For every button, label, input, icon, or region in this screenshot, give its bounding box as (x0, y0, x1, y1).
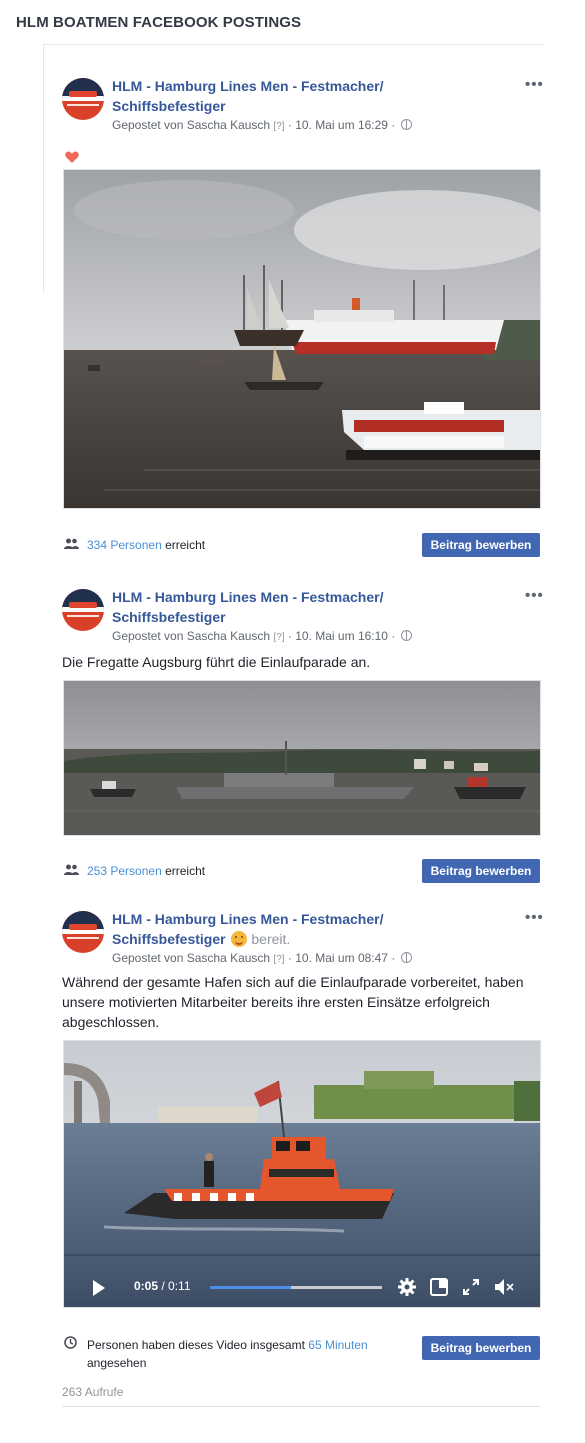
post-1: HLM - Hamburg Lines Men - Festmacher/ Sc… (62, 76, 543, 558)
mini-player-icon[interactable] (430, 1278, 448, 1296)
post-meta: Gepostet von Sascha Kausch [?] · 10. Mai… (112, 629, 412, 643)
reach-count-link[interactable]: 253 Personen (87, 864, 162, 878)
video-time: 0:05 / 0:11 (134, 1279, 191, 1293)
boost-post-button[interactable]: Beitrag bewerben (422, 1336, 540, 1360)
page-title: HLM BOATMEN FACEBOOK POSTINGS (16, 14, 302, 31)
video-progress-bar[interactable] (210, 1286, 382, 1289)
divider (62, 1406, 540, 1407)
reach-row: 334 Personen erreicht Beitrag bewerben (62, 533, 540, 557)
page-avatar[interactable] (62, 589, 104, 631)
post-date[interactable]: 10. Mai um 16:29 (295, 118, 388, 132)
post-2: HLM - Hamburg Lines Men - Festmacher/ Sc… (62, 587, 543, 889)
more-options-button[interactable]: ••• (525, 909, 544, 926)
boost-post-button[interactable]: Beitrag bewerben (422, 533, 540, 557)
post-text: Die Fregatte Augsburg führt die Einlaufp… (62, 654, 371, 670)
page-name-link[interactable]: HLM - Hamburg Lines Men - Festmacher/ Sc… (112, 909, 492, 949)
post-meta: Gepostet von Sascha Kausch [?] · 10. Mai… (112, 118, 412, 132)
fullscreen-icon[interactable] (462, 1278, 480, 1296)
feeling-text: bereit. (251, 931, 291, 947)
page-name-link[interactable]: HLM - Hamburg Lines Men - Festmacher/ Sc… (112, 587, 492, 627)
help-icon[interactable]: [?] (273, 954, 284, 965)
reach-label: erreicht (165, 864, 206, 878)
page-avatar[interactable] (62, 911, 104, 953)
video-progress-fill (210, 1286, 291, 1289)
watch-time-row: Personen haben dieses Video insgesamt 65… (62, 1333, 540, 1370)
boost-post-button[interactable]: Beitrag bewerben (422, 859, 540, 883)
globe-icon (400, 952, 412, 963)
people-icon (64, 864, 79, 875)
mute-icon[interactable] (494, 1278, 514, 1296)
post-3: HLM - Hamburg Lines Men - Festmacher/ Sc… (62, 909, 543, 1401)
post-video[interactable]: 0:05 / 0:11 (63, 1040, 541, 1308)
divider (43, 44, 543, 45)
view-count: 263 Aufrufe (62, 1385, 124, 1399)
globe-icon (400, 630, 412, 641)
smiley-feeling-icon (231, 931, 248, 947)
watch-minutes-link[interactable]: 65 Minuten (308, 1338, 367, 1352)
post-date[interactable]: 10. Mai um 08:47 (295, 951, 388, 965)
video-controls: 0:05 / 0:11 (64, 1267, 540, 1307)
posted-by: Gepostet von Sascha Kausch (112, 951, 271, 965)
post-text: Während der gesamte Hafen sich auf die E… (62, 974, 524, 1030)
post-image-frigate[interactable] (63, 680, 541, 836)
page-name-link[interactable]: HLM - Hamburg Lines Men - Festmacher/ Sc… (112, 76, 492, 116)
watch-time-text: Personen haben dieses Video insgesamt 65… (87, 1338, 368, 1370)
more-options-button[interactable]: ••• (525, 76, 544, 93)
clock-icon (64, 1336, 77, 1349)
settings-icon[interactable] (398, 1278, 416, 1296)
reach-label: erreicht (165, 538, 206, 552)
more-options-button[interactable]: ••• (525, 587, 544, 604)
post-meta: Gepostet von Sascha Kausch [?] · 10. Mai… (112, 951, 412, 965)
help-icon[interactable]: [?] (273, 121, 284, 132)
divider (43, 44, 44, 292)
people-icon (64, 538, 79, 549)
post-date[interactable]: 10. Mai um 16:10 (295, 629, 388, 643)
page-avatar[interactable] (62, 78, 104, 120)
globe-icon (400, 119, 412, 130)
post-image-harbor-parade[interactable] (63, 169, 541, 509)
help-icon[interactable]: [?] (273, 632, 284, 643)
reach-row: 253 Personen erreicht Beitrag bewerben (62, 859, 540, 883)
heart-icon (65, 151, 79, 163)
reach-count-link[interactable]: 334 Personen (87, 538, 162, 552)
play-icon[interactable] (92, 1280, 106, 1296)
posted-by: Gepostet von Sascha Kausch (112, 118, 271, 132)
posted-by: Gepostet von Sascha Kausch (112, 629, 271, 643)
